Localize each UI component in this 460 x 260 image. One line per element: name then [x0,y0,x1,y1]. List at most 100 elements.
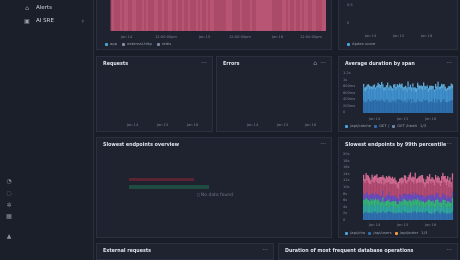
area-segment [378,177,380,185]
area-segment [433,185,436,198]
area-segment [448,180,450,187]
area-segment [429,181,431,196]
area-segment [447,195,449,201]
area-segment [443,99,445,113]
area-segment [388,175,390,183]
area-segment [412,176,414,183]
area-segment [397,188,400,200]
logo-icon[interactable]: ▲ [5,233,13,241]
area-segment [408,199,410,206]
area-segment [399,87,401,100]
settings-icon[interactable]: ✲ [5,202,13,210]
area-segment [364,205,366,213]
legend-item[interactable]: external-http [122,41,152,46]
area-segment [439,86,442,89]
area-segment [385,206,388,213]
area-segment [437,99,439,113]
area-segment [369,212,371,220]
legend-page[interactable]: 1/3 [421,230,427,235]
area-segment [427,88,430,93]
area-segment [420,85,422,89]
legend-item[interactable]: /api/catche [345,123,371,128]
legend-item[interactable]: redis [156,41,171,46]
area-segment [377,183,379,194]
area-segment [370,101,372,113]
legend-item[interactable]: Apdex score [347,41,375,46]
area-segment [435,99,437,113]
alert-icon[interactable]: ⌂ [313,60,317,67]
area-segment [451,197,454,204]
area-segment [449,183,451,197]
area-segment [425,86,427,89]
area-segment [449,196,451,203]
more-options-icon[interactable]: ··· [446,247,452,254]
area-segment [382,84,384,89]
legend-item[interactable]: /api/order [394,230,418,235]
legend-item[interactable]: /api/cha [345,230,365,235]
area-segment [367,212,370,220]
area-segment [408,205,410,214]
area-segment [447,182,449,196]
more-options-icon[interactable]: ··· [320,141,326,148]
area-segment [401,88,403,101]
area-segment [405,205,407,212]
sidebar-item-ai-sre[interactable]: ▣ AI SRE › [0,13,93,29]
area-segment [387,82,389,88]
chat-icon[interactable]: ◌ [5,190,13,198]
area-segment [365,86,367,91]
area-segment [367,99,370,113]
area-segment [429,206,431,214]
area-segment [413,196,415,201]
area-segment [438,86,440,90]
legend-page[interactable]: 1/3 [420,123,426,128]
area-segment [437,86,439,100]
area-segment [389,206,391,212]
stacked-area-chart [363,81,454,113]
more-options-icon[interactable]: ··· [201,60,207,67]
area-segment [383,198,385,203]
area-segment [431,206,433,214]
legend-item[interactable]: GET / [374,123,389,128]
area-segment [437,205,439,212]
area-segment [437,182,439,194]
area-segment [419,195,421,202]
area-segment [365,102,367,113]
legend-item[interactable]: app [105,41,117,46]
area-segment [411,195,413,202]
area-segment [413,212,415,220]
area-segment [375,203,377,212]
legend-item[interactable]: /api/users [368,230,392,235]
area-segment [376,200,378,206]
area-segment [411,207,413,214]
x-tick: Jan 14 [127,123,139,127]
area-segment [435,199,437,207]
area-segment [424,212,426,220]
p99-panel: Slowest endpoints by 99th percentile ···… [338,137,458,238]
area-segment [441,196,443,203]
area-segment [418,101,420,113]
area-segment [406,200,408,207]
errors-panel: Errors ⌂ ··· Jan 14 Jan 15 Jan 16 [216,56,332,132]
area-segment [375,89,377,100]
area-segment [407,81,409,86]
area-segment [423,205,425,212]
area-segment [365,173,367,181]
area-segment [371,89,373,100]
area-segment [420,205,422,213]
area-segment [371,99,373,113]
area-segment [451,203,454,212]
legend-item[interactable]: GET /healt [392,123,417,128]
more-options-icon[interactable]: ··· [262,247,268,254]
area-segment [389,201,391,207]
bell-icon[interactable]: ◔ [5,178,13,186]
chevron-right-icon: › [81,17,84,25]
area-segment [441,102,443,113]
area-segment [372,101,374,113]
area-segment [436,199,438,204]
area-segment [439,207,442,214]
more-options-icon[interactable]: ··· [320,60,326,67]
grid-icon[interactable]: ▦ [5,213,13,221]
area-segment [430,85,432,91]
area-segment [424,182,426,188]
area-segment [365,211,367,220]
